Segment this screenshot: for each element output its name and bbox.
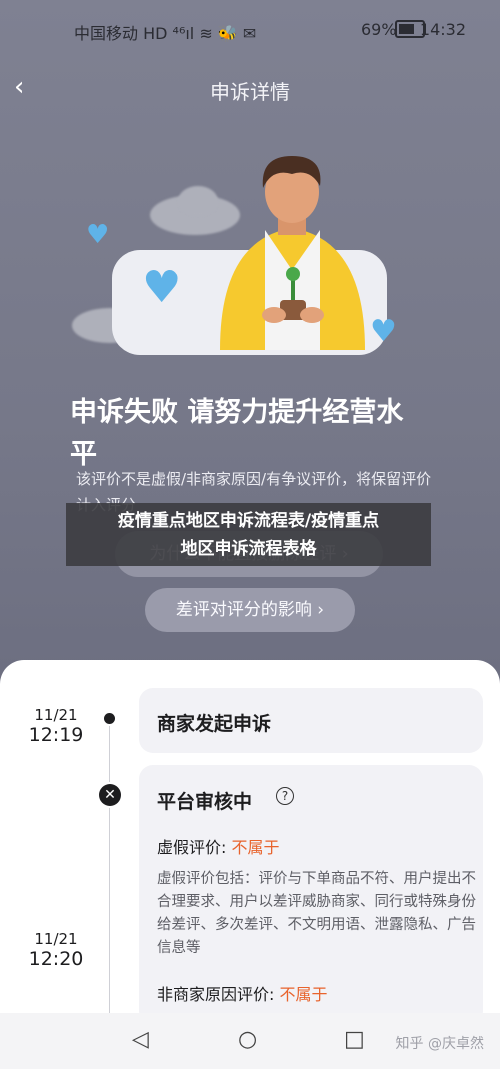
timeline-dot	[104, 713, 115, 724]
system-nav-bar: ◁ ○ □ 知乎 @庆卓然	[0, 1013, 500, 1069]
battery-percent: 69%	[361, 20, 397, 39]
timeline-time: 12:19	[28, 724, 84, 746]
home-circle-icon[interactable]: ○	[238, 1027, 257, 1052]
timeline-date: 11/21	[34, 930, 78, 948]
banner-line-2: 地区申诉流程表格	[180, 539, 317, 559]
recents-square-icon[interactable]: □	[344, 1027, 365, 1052]
rating-impact-button[interactable]: 差评对评分的影响 ›	[145, 588, 355, 632]
fake-review-value: 不属于	[231, 838, 280, 857]
step-title: 商家发起申诉	[157, 713, 272, 735]
merchant-avatar-figure	[220, 156, 365, 350]
broken-heart-icon: ♥	[142, 262, 182, 313]
timeline-timestamp: 11/21 12:20	[16, 930, 96, 970]
fake-review-label: 虚假评价:	[157, 838, 227, 857]
timeline-connector	[109, 726, 110, 782]
help-icon[interactable]: ?	[276, 787, 294, 805]
fake-review-row: 虚假评价: 不属于	[157, 834, 280, 858]
page-title: 申诉详情	[210, 80, 290, 104]
timeline-time: 12:20	[28, 948, 84, 970]
non-merchant-row: 非商家原因评价: 不属于	[157, 981, 328, 1005]
non-merchant-label: 非商家原因评价:	[157, 985, 275, 1004]
banner-line-1: 疫情重点地区申诉流程表/疫情重点	[117, 511, 380, 531]
result-header: 中国移动 HD ⁴⁶ıl ≋ 🐝 ✉ 69% 14:32 ‹ 申诉详情 ♥ ♥ …	[0, 0, 500, 700]
non-merchant-value: 不属于	[279, 985, 328, 1004]
timeline-timestamp: 11/21 12:19	[16, 706, 96, 746]
clock: 14:32	[419, 20, 466, 39]
status-bar: 中国移动 HD ⁴⁶ıl ≋ 🐝 ✉ 69% 14:32	[0, 0, 500, 60]
step-title: 平台审核中	[157, 791, 253, 813]
broken-heart-icon: ♥	[86, 220, 110, 250]
watermark-text: 知乎 @庆卓然	[395, 1036, 484, 1052]
result-headline: 申诉失败 请努力提升经营水平	[70, 397, 404, 470]
timeline-connector	[109, 808, 110, 1018]
fake-review-description: 虚假评价包括：评价与下单商品不符、用户提出不合理要求、用户以差评威胁商家、同行或…	[157, 871, 476, 956]
nav-bar: ‹ 申诉详情	[0, 60, 500, 116]
back-triangle-icon[interactable]: ◁	[132, 1027, 149, 1052]
close-icon: ✕	[99, 784, 121, 806]
carrier-info: 中国移动 HD ⁴⁶ıl ≋ 🐝 ✉	[74, 24, 257, 43]
timeline-step-card: 平台审核中 ? 虚假评价: 不属于 虚假评价包括：评价与下单商品不符、用户提出不…	[139, 765, 483, 1025]
timeline-step-card: 商家发起申诉	[139, 688, 483, 753]
watermark-banner: 疫情重点地区申诉流程表/疫情重点 地区申诉流程表格	[66, 503, 431, 566]
timeline-date: 11/21	[34, 706, 78, 724]
